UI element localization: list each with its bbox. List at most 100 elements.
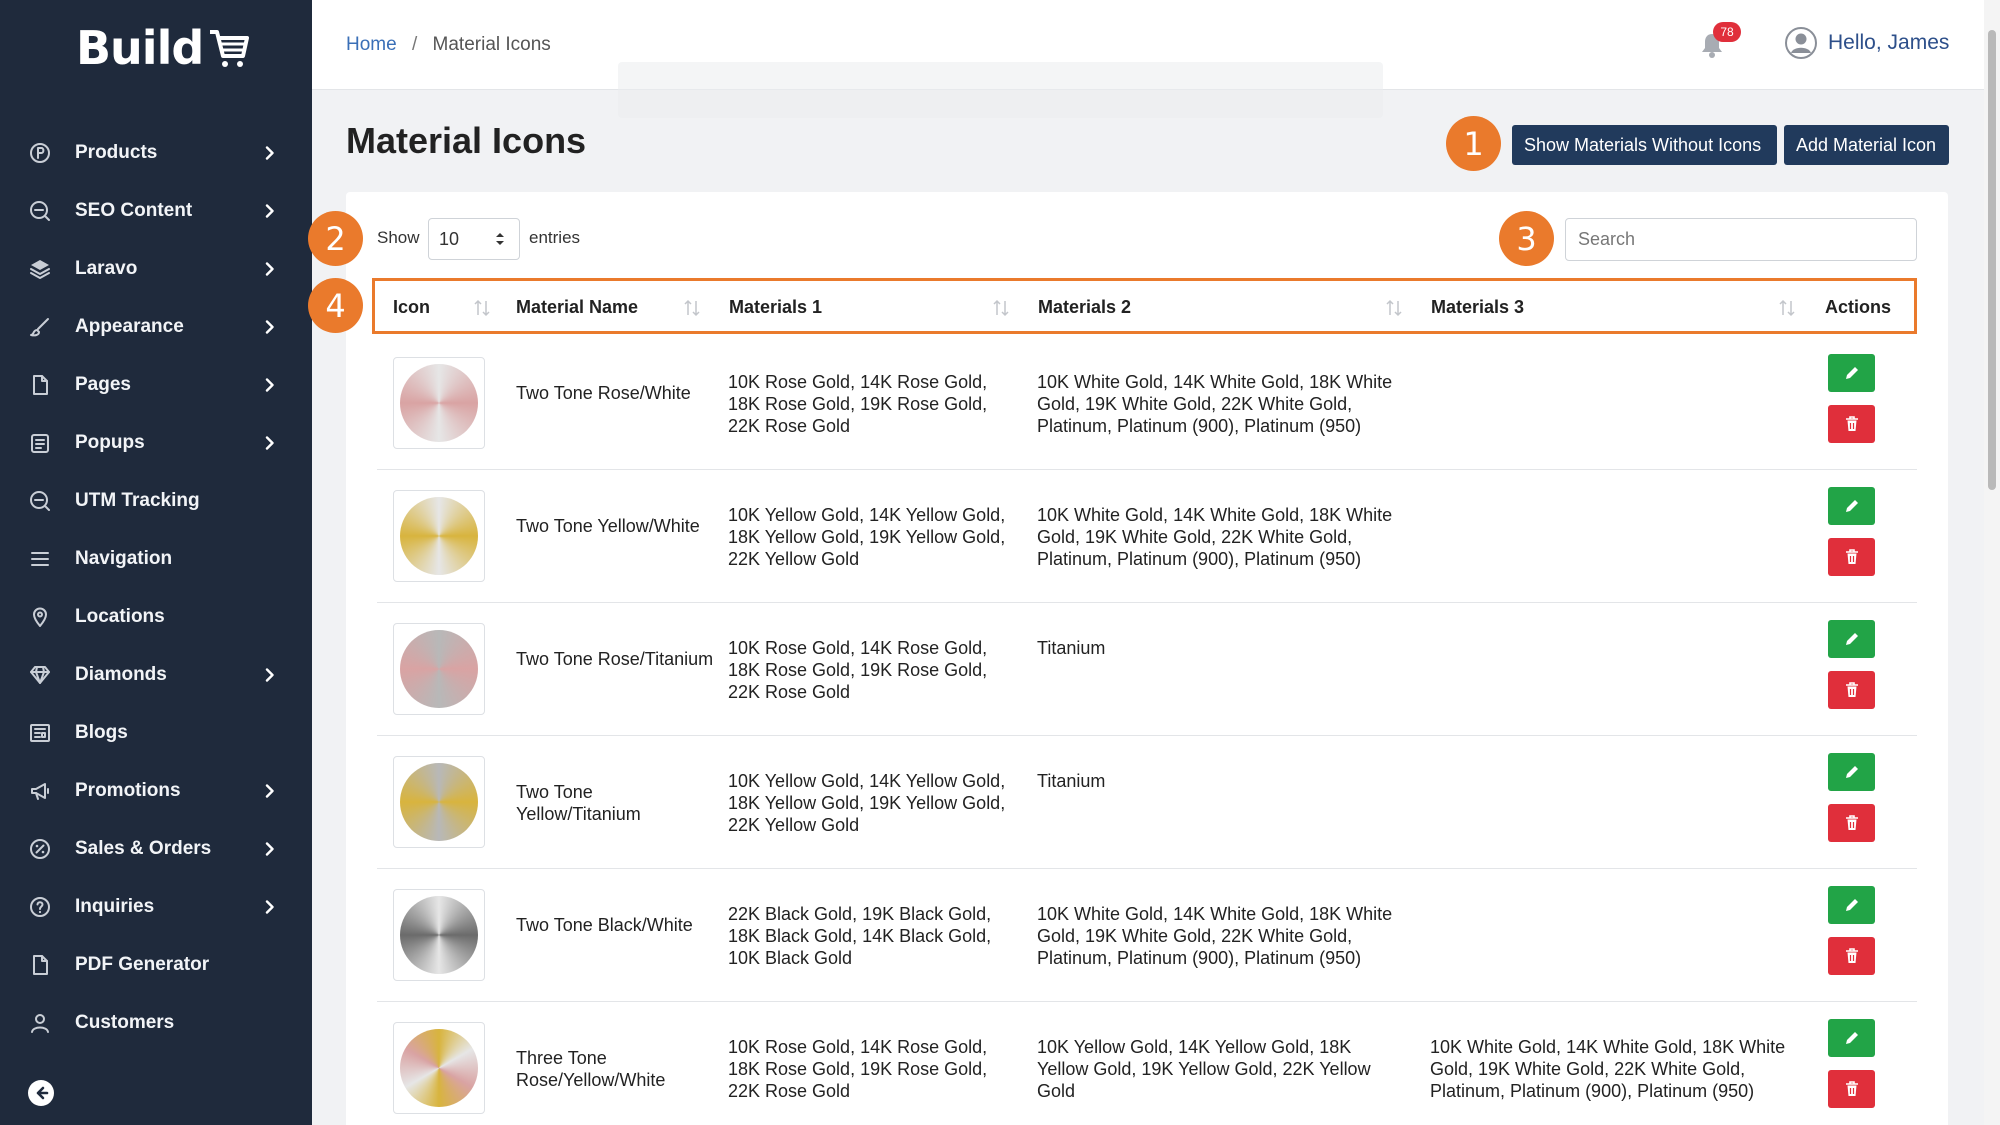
edit-button[interactable] [1828,354,1875,392]
sidebar-item-label: Promotions [75,780,181,801]
sidebar-item-laravo[interactable]: Laravo [0,240,312,298]
sort-icon[interactable] [683,298,701,318]
layers-icon [27,256,53,282]
column-header-materials-3[interactable]: Materials 3 [1431,297,1524,318]
chevron-right-icon [265,842,274,856]
edit-button[interactable] [1828,487,1875,525]
column-header-actions: Actions [1825,297,1892,317]
diamond-icon [27,662,53,688]
sort-icon[interactable] [1778,298,1796,318]
sidebar-item-label: Pages [75,374,131,395]
annotation-marker-3: 3 [1499,211,1554,266]
app-logo[interactable]: Build [76,18,251,78]
sidebar-item-pages[interactable]: Pages [0,356,312,414]
table-header: Icon Material Name Materials 1 Materials… [372,278,1917,334]
material-icon-thumbnail [393,490,485,582]
chevron-right-icon [265,436,274,450]
sidebar-item-popups[interactable]: Popups [0,414,312,472]
user-icon [27,1010,53,1036]
column-header-material-name[interactable]: Material Name [516,297,638,318]
pencil-icon [1845,633,1858,645]
sidebar-item-inquiries[interactable]: Inquiries [0,878,312,936]
annotation-marker-1: 1 [1446,116,1501,171]
edit-button[interactable] [1828,753,1875,791]
material-name-cell: Two Tone Rose/Titanium [516,649,714,669]
delete-button[interactable] [1828,405,1875,443]
chevron-right-icon [265,378,274,392]
delete-button[interactable] [1828,538,1875,576]
sidebar-item-label: Inquiries [75,896,155,917]
page-scrollbar[interactable] [1984,0,2000,1125]
material-name-cell: Two Tone Black/White [516,915,693,935]
sidebar-item-label: Locations [75,606,165,627]
table-row: Three Tone Rose/Yellow/White 10K Rose Gol… [377,1002,1917,1125]
sidebar-item-seo-content[interactable]: SEO Content [0,182,312,240]
column-header-materials-2[interactable]: Materials 2 [1038,297,1131,318]
sidebar-item-label: Appearance [75,316,184,337]
sidebar-item-utm-tracking[interactable]: UTM Tracking [0,472,312,530]
delete-button[interactable] [1828,671,1875,709]
user-menu[interactable]: Hello, James [1784,26,1949,60]
sidebar-item-label: Navigation [75,548,173,569]
annotation-marker-4: 4 [308,278,363,333]
trash-icon [1845,682,1858,697]
sidebar-item-blogs[interactable]: Blogs [0,704,312,762]
materials-1-cell: 10K Rose Gold, 14K Rose Gold, 18K Rose G… [728,1037,988,1101]
products-circle-p-icon [27,140,53,166]
material-icon-thumbnail [393,623,485,715]
page-size-select[interactable]: 10 [428,218,520,260]
chevron-right-icon [265,668,274,682]
sort-icon[interactable] [992,298,1010,318]
column-header-materials-1[interactable]: Materials 1 [729,297,822,318]
material-swatch-icon [400,896,478,974]
sidebar-item-promotions[interactable]: Promotions [0,762,312,820]
page-size-value: 10 [439,228,460,249]
popup-icon [27,430,53,456]
edit-button[interactable] [1828,620,1875,658]
collapse-sidebar-button[interactable] [28,1080,54,1106]
location-pin-icon [27,604,53,630]
sidebar-item-locations[interactable]: Locations [0,588,312,646]
show-materials-without-icons-button[interactable]: Show Materials Without Icons [1512,125,1777,165]
sidebar-item-label: Popups [75,432,145,453]
logo-text: Build [76,21,204,75]
sidebar-item-sales-orders[interactable]: Sales & Orders [0,820,312,878]
material-name-cell: Two Tone Yellow/White [516,516,700,536]
scrollbar-thumb[interactable] [1988,30,1996,490]
table-row: Two Tone Yellow/Titanium 10K Yellow Gold,… [377,736,1917,869]
delete-button[interactable] [1828,804,1875,842]
sidebar: Build Products SEO Content Laravo Appearanc… [0,0,312,1125]
table-row: Two Tone Rose/White 10K Rose Gold, 14K Ro… [377,337,1917,470]
menu-icon [27,546,53,572]
column-header-icon[interactable]: Icon [393,297,430,318]
sidebar-item-diamonds[interactable]: Diamonds [0,646,312,704]
delete-button[interactable] [1828,1070,1875,1108]
edit-button[interactable] [1828,886,1875,924]
delete-button[interactable] [1828,937,1875,975]
trash-icon [1845,1081,1858,1096]
materials-2-cell: Titanium [1037,638,1106,658]
sidebar-item-customers[interactable]: Customers [0,994,312,1052]
sidebar-item-label: Products [75,142,158,163]
sort-icon[interactable] [473,298,491,318]
sidebar-item-products[interactable]: Products [0,124,312,182]
sort-icon[interactable] [1385,298,1403,318]
seo-icon [27,488,53,514]
megaphone-icon [27,778,53,804]
material-icon-thumbnail [393,756,485,848]
sidebar-item-appearance[interactable]: Appearance [0,298,312,356]
add-material-icon-button[interactable]: Add Material Icon [1784,125,1949,165]
user-greeting: Hello, James [1828,31,1950,54]
sidebar-item-pdf-generator[interactable]: PDF Generator [0,936,312,994]
breadcrumb-home-link[interactable]: Home [346,34,397,55]
sidebar-item-label: Customers [75,1012,175,1033]
search-input[interactable] [1565,218,1917,261]
sidebar-item-navigation[interactable]: Navigation [0,530,312,588]
sidebar-item-label: Diamonds [75,664,167,685]
material-swatch-icon [400,364,478,442]
pencil-icon [1845,899,1858,911]
material-swatch-icon [400,1029,478,1107]
chevron-right-icon [265,784,274,798]
edit-button[interactable] [1828,1019,1875,1057]
chevron-right-icon [265,204,274,218]
